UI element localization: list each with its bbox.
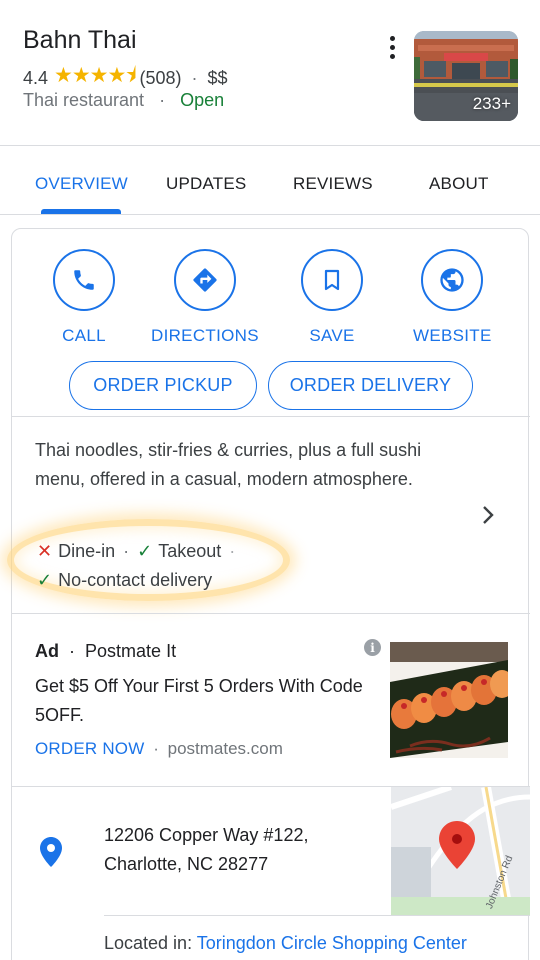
open-status: Open <box>180 90 225 110</box>
review-count: (508) <box>139 68 182 88</box>
ad-header: Ad · Postmate It <box>35 641 177 661</box>
tab-bar: OVERVIEW UPDATES REVIEWS ABOUT <box>0 146 540 214</box>
divider <box>104 915 530 916</box>
unavailable-x-icon: ✕ <box>37 541 53 561</box>
phone-icon <box>74 270 94 290</box>
address[interactable]: 12206 Copper Way #122, Charlotte, NC 282… <box>104 821 308 879</box>
takeout-label: Takeout <box>158 541 222 561</box>
globe-icon <box>440 268 464 292</box>
website-circle <box>421 249 484 311</box>
directions-circle <box>173 249 236 311</box>
order-delivery-button[interactable]: ORDER DELIVERY <box>268 361 473 410</box>
mini-map[interactable]: Johnston Rd <box>391 787 530 915</box>
ad-domain: postmates.com <box>167 739 283 758</box>
info-icon[interactable]: i <box>364 639 381 656</box>
tab-overview[interactable]: OVERVIEW <box>35 174 128 194</box>
bookmark-icon <box>324 269 340 291</box>
located-in-prefix: Located in: <box>104 933 193 953</box>
located-in-row: Located in: Toringdon Circle Shopping Ce… <box>104 933 467 954</box>
photo-count: 233+ <box>472 94 511 113</box>
divider <box>0 214 540 215</box>
location-pin-icon <box>40 837 62 867</box>
service-options-row-2: ✓ No-contact delivery <box>37 570 212 591</box>
tab-about[interactable]: ABOUT <box>429 174 489 194</box>
website-label: WEBSITE <box>413 326 492 345</box>
place-category: Thai restaurant <box>23 90 145 110</box>
separator-dot: · <box>159 90 166 110</box>
chevron-right-icon[interactable] <box>480 503 496 527</box>
call-circle <box>53 249 115 311</box>
tab-updates[interactable]: UPDATES <box>166 174 246 194</box>
rating-value: 4.4 <box>23 68 49 88</box>
no-contact-delivery-label: No-contact delivery <box>58 570 213 590</box>
separator-dot: · <box>191 68 198 88</box>
address-line-2: Charlotte, NC 28277 <box>104 854 269 874</box>
place-header: Bahn Thai 4.4 ★★★★⯨ (508) · $$ Thai rest… <box>0 0 540 145</box>
shopping-center-link[interactable]: Toringdon Circle Shopping Center <box>197 933 467 953</box>
ad-advertiser[interactable]: Postmate It <box>85 641 176 661</box>
website-button[interactable]: WEBSITE <box>413 249 492 346</box>
order-now-link[interactable]: ORDER NOW <box>35 739 144 758</box>
price-level: $$ <box>207 68 228 88</box>
directions-button[interactable]: DIRECTIONS <box>151 249 259 346</box>
save-circle <box>301 249 363 311</box>
service-options-row-1: ✕ Dine-in · ✓ Takeout · <box>37 541 236 561</box>
ad-cta-row: ORDER NOW · postmates.com <box>35 739 283 758</box>
directions-label: DIRECTIONS <box>151 326 259 345</box>
more-options-icon[interactable] <box>378 33 406 61</box>
category-row: Thai restaurant · Open <box>23 90 224 111</box>
available-check-icon: ✓ <box>37 570 53 590</box>
overview-card: CALL DIRECTIONS SAVE WEBSITE ORDER PICKU… <box>7 228 530 960</box>
dine-in-label: Dine-in <box>58 541 116 561</box>
ad-badge: Ad <box>35 641 59 661</box>
save-label: SAVE <box>309 326 355 345</box>
order-pickup-button[interactable]: ORDER PICKUP <box>69 361 257 410</box>
place-photo[interactable]: 233+ <box>414 31 518 121</box>
tab-reviews[interactable]: REVIEWS <box>293 174 373 194</box>
place-title: Bahn Thai <box>23 26 137 54</box>
divider <box>12 613 530 614</box>
directions-icon <box>193 268 217 292</box>
sushi-image <box>390 642 508 758</box>
call-button[interactable]: CALL <box>53 249 115 346</box>
place-description[interactable]: Thai noodles, stir-fries & curries, plus… <box>35 436 455 494</box>
divider <box>12 416 530 417</box>
address-line-1: 12206 Copper Way #122, <box>104 825 309 845</box>
sushi-ad-image[interactable] <box>390 642 508 758</box>
save-button[interactable]: SAVE <box>301 249 363 346</box>
map-thumbnail: Johnston Rd <box>391 787 530 915</box>
ad-headline[interactable]: Get $5 Off Your First 5 Orders With Code… <box>35 672 365 730</box>
available-check-icon: ✓ <box>137 541 153 561</box>
call-label: CALL <box>62 326 106 345</box>
action-row: CALL DIRECTIONS SAVE WEBSITE <box>12 229 530 349</box>
